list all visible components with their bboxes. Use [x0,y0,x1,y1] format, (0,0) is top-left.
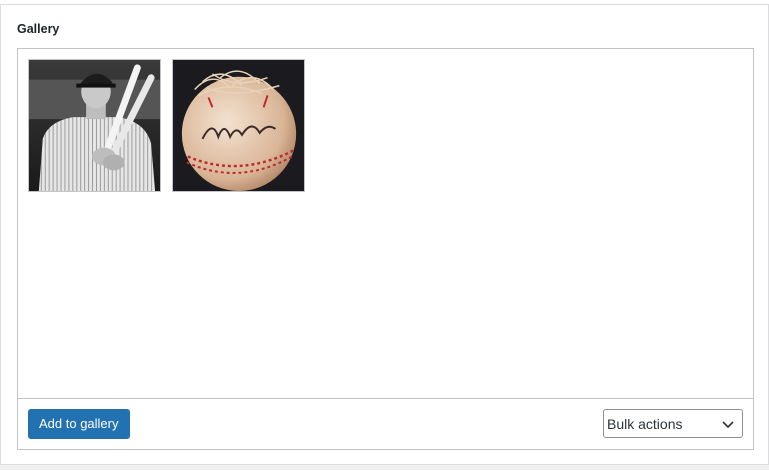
bulk-actions-value: Bulk actions [607,416,683,432]
baseball-image [173,60,304,191]
chevron-down-icon [722,421,734,429]
add-to-gallery-button[interactable]: Add to gallery [28,409,130,439]
gallery-footer: Add to gallery Bulk actions [18,398,753,449]
bulk-actions-select[interactable]: Bulk actions [603,409,743,438]
player-image [29,60,160,191]
gallery-thumbnail-baseball[interactable] [172,59,305,192]
gallery-field-label: Gallery [17,22,60,36]
gallery-panel: Gallery Add to gallery Bulk actions [0,4,769,465]
gallery-thumbnails [28,59,305,192]
gallery-box: Add to gallery Bulk actions [17,48,754,450]
gallery-thumbnail-player[interactable] [28,59,161,192]
